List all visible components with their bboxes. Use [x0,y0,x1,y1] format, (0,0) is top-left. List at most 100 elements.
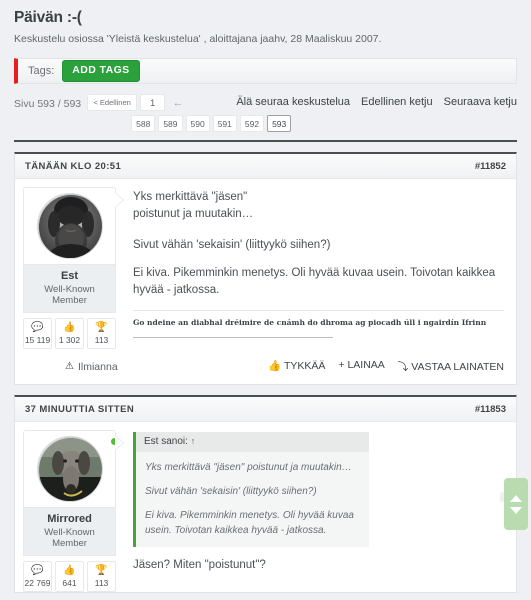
user-title: Well-Known Member [44,284,95,306]
post-user-column: Mirrored Well-Known Member 💬 22 769 👍 64… [15,422,123,592]
avatar[interactable] [36,193,103,259]
avatar[interactable] [36,436,103,502]
add-tags-button[interactable]: ADD TAGS [62,60,140,82]
section-divider [14,140,517,142]
pager-page-1[interactable]: 1 [140,94,166,111]
speech-nub [115,193,123,207]
pagination-row: Sivu 593 / 593 < Edellinen 1 ← 588 589 5… [14,94,517,132]
speech-nub [115,436,123,450]
reply-quote-label: VASTAA LAINATEN [411,361,504,373]
post-signature: Go ndeine an diabhal dréimire de cnámh d… [133,318,487,327]
stat-likes: 👍 641 [55,561,84,592]
speech-bubble-icon: 💬 [31,322,44,333]
post-actions: 👍 TYKKÄÄ + LAINAA ⤵ VASTAA LAINATEN [268,359,504,374]
quote-content: Yks merkittävä "jäsen" poistunut ja muut… [136,452,369,547]
post-message-line-2: poistunut ja muutakin… [133,208,254,220]
thread-nav-links: Älä seuraa keskustelua Edellinen ketju S… [236,96,517,108]
like-label: TYKKÄÄ [283,360,326,372]
trophy-icon: 🏆 [95,322,108,333]
signature-rule [133,337,334,338]
multiquote-button[interactable]: + LAINAA [338,359,384,374]
post-11853: 37 MINUUTTIA SITTEN #11853 Mirrored Well… [14,395,517,593]
quote-line-2: Sivut vähän 'sekaisin' (liittyykö siihen… [145,486,317,497]
pager-page-588[interactable]: 588 [131,115,156,132]
post-body: Est Well-Known Member 💬 15 119 👍 1 302 🏆… [15,179,516,349]
stat-trophies-value: 113 [94,335,109,345]
scroll-down-arrow-icon[interactable] [510,506,522,514]
post-number[interactable]: #11852 [475,161,506,172]
user-title: Well-Known Member [44,527,95,549]
user-namebox: Est Well-Known Member [23,265,116,313]
speech-bubble-icon: 💬 [31,565,44,576]
stat-trophies: 🏆 113 [87,318,116,349]
post-header: TÄNÄÄN KLO 20:51 #11852 [15,154,516,179]
stat-messages: 💬 22 769 [23,561,52,592]
post-date: TÄNÄÄN KLO 20:51 [25,160,122,172]
scroll-nav-widget[interactable] [504,478,528,530]
post-message-line-3: Sivut vähän 'sekaisin' (liittyykö siihen… [133,239,331,251]
warning-icon: ⚠ [65,361,74,372]
post-footer: ⚠ Ilmianna 👍 TYKKÄÄ + LAINAA ⤵ VASTAA LA… [15,349,516,384]
quote-block: Est sanoi: ↑ Yks merkittävä "jäsen" pois… [133,432,369,547]
pager-page-590[interactable]: 590 [185,115,210,132]
like-button[interactable]: 👍 TYKKÄÄ [268,359,325,374]
pager-previous-button[interactable]: < Edellinen [87,94,138,111]
pager-page-593-current[interactable]: 593 [267,115,292,132]
stat-likes: 👍 1 302 [55,318,84,349]
pager-page-591[interactable]: 591 [212,115,237,132]
report-button[interactable]: ⚠ Ilmianna [65,361,118,373]
stat-likes-value: 641 [62,578,77,588]
quote-author-label: Est sanoi: [144,436,188,447]
pager-ellipsis-arrow-icon[interactable]: ← [168,94,188,111]
post-date: 37 MINUUTTIA SITTEN [25,403,135,415]
username[interactable]: Est [26,270,113,282]
avatar-container[interactable] [23,187,116,265]
post-message-column: Est sanoi: ↑ Yks merkittävä "jäsen" pois… [123,422,516,592]
thread-header: Päivän :-( Keskustelu osiossa 'Yleistä k… [0,0,531,46]
bearded-man-avatar-icon [37,194,102,258]
post-user-column: Est Well-Known Member 💬 15 119 👍 1 302 🏆… [15,179,123,349]
stat-messages-value: 22 769 [24,578,51,588]
next-thread-link[interactable]: Seuraava ketju [444,96,517,108]
page-counter: Sivu 593 / 593 [14,98,82,110]
thread-subtitle: Keskustelu osiossa 'Yleistä keskustelua'… [14,33,382,45]
post-message-line-1: Yks merkittävä "jäsen" [133,191,248,203]
thumbs-up-icon: 👍 [63,322,76,333]
trophy-icon: 🏆 [95,565,108,576]
forum-thread-page: Päivän :-( Keskustelu osiossa 'Yleistä k… [0,0,531,600]
previous-thread-link[interactable]: Edellinen ketju [361,96,433,108]
stat-likes-value: 1 302 [58,335,81,345]
username[interactable]: Mirrored [26,513,113,525]
stat-messages: 💬 15 119 [23,318,52,349]
stat-trophies: 🏆 113 [87,561,116,592]
quote-jump-link-icon[interactable]: ↑ [191,436,196,446]
dog-avatar-icon [37,437,102,501]
unwatch-thread-link[interactable]: Älä seuraa keskustelua [236,96,350,108]
post-header: 37 MINUUTTIA SITTEN #11853 [15,397,516,422]
post-message-column: Yks merkittävä "jäsen" poistunut ja muut… [123,179,516,349]
post-11852: TÄNÄÄN KLO 20:51 #11852 Est Well-Known M… [14,152,517,385]
pager-page-589[interactable]: 589 [158,115,183,132]
tags-label: Tags: [28,65,55,77]
quote-line-1: Yks merkittävä "jäsen" poistunut ja muut… [145,462,352,473]
scroll-up-arrow-icon[interactable] [510,494,522,502]
pager-page-592[interactable]: 592 [239,115,265,132]
post-body: Mirrored Well-Known Member 💬 22 769 👍 64… [15,422,516,592]
reply-with-quote-button[interactable]: ⤵ VASTAA LAINATEN [398,359,504,374]
report-label: Ilmianna [77,360,118,373]
avatar-container[interactable] [23,430,119,508]
pager-line-bottom: 588 589 590 591 592 593 [131,115,292,132]
quote-line-3: Ei kiva. Pikemminkin menetys. Oli hyvää … [145,510,354,536]
tags-bar: Tags: ADD TAGS [14,58,517,84]
stat-messages-value: 15 119 [24,335,51,345]
user-namebox: Mirrored Well-Known Member [23,508,116,556]
user-stats: 💬 15 119 👍 1 302 🏆 113 [23,318,116,349]
thumbs-up-icon: 👍 [63,565,76,576]
post-message-line-4: Ei kiva. Pikemminkin menetys. Oli hyvää … [133,267,496,296]
post-message-line-1: Jäsen? Miten "poistunut"? [133,559,266,571]
page-title: Päivän :-( [14,9,82,26]
post-number[interactable]: #11853 [475,404,506,415]
stat-trophies-value: 113 [94,578,109,588]
quote-attribution: Est sanoi: ↑ [136,432,369,452]
user-stats: 💬 22 769 👍 641 🏆 113 [23,561,116,592]
